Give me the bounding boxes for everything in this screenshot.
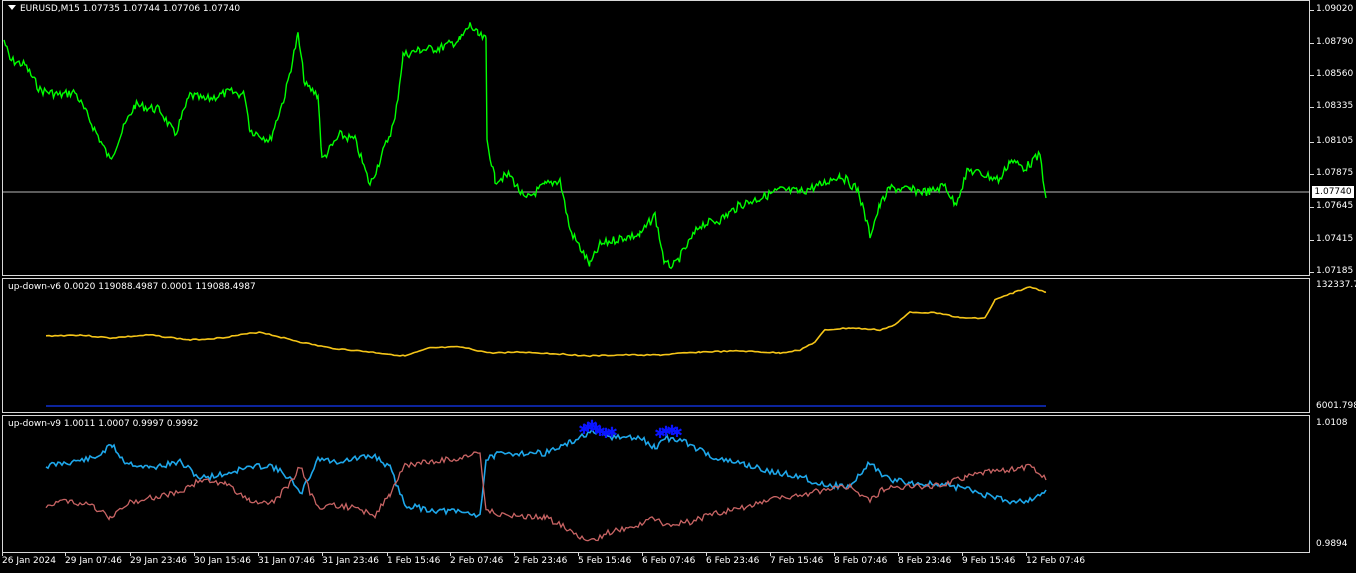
time-tick-mark [1026,553,1027,556]
v9-tick-min: 0.9894 [1316,539,1348,549]
time-axis-label: 29 Jan 23:46 [130,556,187,566]
price-tick-mark [1310,43,1314,44]
time-axis-label: 1 Feb 15:46 [387,556,441,566]
price-tick-label: 1.07415 [1316,234,1354,244]
price-tick-mark [1310,142,1314,143]
time-tick-mark [898,553,899,556]
time-tick-mark [578,553,579,556]
time-tick-mark [962,553,963,556]
time-axis-label: 6 Feb 23:46 [706,556,760,566]
time-axis-label: 31 Jan 23:46 [322,556,379,566]
time-tick-mark [642,553,643,556]
time-axis-label: 7 Feb 15:46 [770,556,824,566]
price-tick-label: 1.08790 [1316,37,1354,47]
time-tick-mark [834,553,835,556]
price-tick-label: 1.09020 [1316,4,1354,14]
price-tick-label: 1.08560 [1316,69,1354,79]
time-axis-label: 12 Feb 07:46 [1026,556,1086,566]
time-axis-label: 29 Jan 07:46 [65,556,122,566]
price-tick-mark [1310,240,1314,241]
price-tick-label: 1.08105 [1316,136,1354,146]
price-tick-mark [1310,272,1314,273]
time-axis-label: 2 Feb 23:46 [514,556,568,566]
v9-signal-markers: ✱✱✱✱✱✱✱ ✱✱✱✱ [578,418,683,442]
price-tick-label: 1.07875 [1316,168,1354,178]
v9-blue-series [45,428,1047,519]
time-tick-mark [194,553,195,556]
price-axis[interactable] [1310,0,1356,553]
time-axis-label: 8 Feb 07:46 [834,556,888,566]
v6-line-series [45,286,1047,358]
time-tick-mark [130,553,131,556]
price-tick-label: 1.07185 [1316,266,1354,276]
time-tick-mark [322,553,323,556]
price-tick-mark [1310,10,1314,11]
current-price-label: 1.07740 [1312,186,1354,198]
price-tick-mark [1310,174,1314,175]
chart-canvas: ✱✱✱✱✱✱✱ ✱✱✱✱ [3,22,1309,542]
time-tick-mark [387,553,388,556]
price-tick-mark [1310,75,1314,76]
time-axis-label: 31 Jan 07:46 [258,556,315,566]
time-axis-label: 30 Jan 15:46 [194,556,251,566]
v6-tick-max: 132337.76 [1316,280,1356,290]
time-axis-label: 8 Feb 23:46 [898,556,952,566]
time-axis-label: 9 Feb 15:46 [962,556,1016,566]
time-axis-label: 26 Jan 2024 [2,556,56,566]
time-tick-mark [450,553,451,556]
v9-red-series [45,451,1047,542]
time-axis-label: 2 Feb 07:46 [450,556,504,566]
price-tick-label: 1.08335 [1316,101,1354,111]
price-tick-mark [1310,207,1314,208]
signal-marker-icon: ✱ [671,425,683,441]
time-tick-mark [706,553,707,556]
price-tick-label: 1.07645 [1316,201,1354,211]
time-tick-mark [258,553,259,556]
time-tick-mark [2,553,3,556]
price-line-series [3,22,1047,270]
time-tick-mark [65,553,66,556]
time-axis-label: 5 Feb 15:46 [578,556,632,566]
signal-marker-icon: ✱ [606,425,618,441]
time-axis-label: 6 Feb 07:46 [642,556,696,566]
price-tick-mark [1310,107,1314,108]
time-tick-mark [770,553,771,556]
v9-tick-max: 1.0108 [1316,418,1348,428]
v6-tick-min: 6001.798 [1316,401,1356,411]
time-tick-mark [514,553,515,556]
